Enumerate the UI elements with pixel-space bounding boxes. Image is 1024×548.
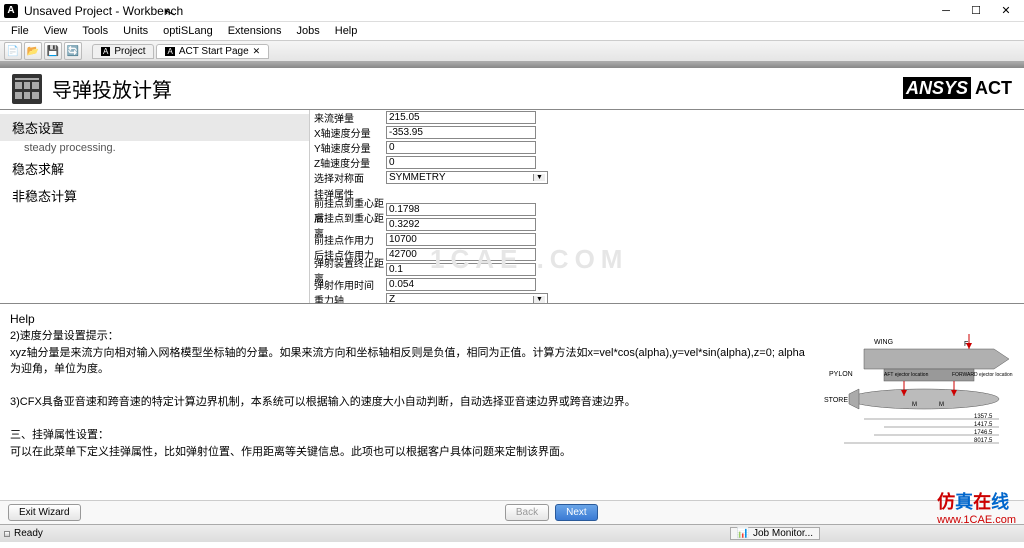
close-button[interactable]: ✕ (992, 2, 1020, 20)
svg-text:M: M (912, 402, 917, 408)
close-icon[interactable]: ✕ (253, 46, 261, 57)
yvel-input[interactable] (386, 141, 536, 154)
tab-project[interactable]: A Project (92, 44, 154, 59)
sidebar-item-transient[interactable]: 非稳态计算 (0, 182, 309, 209)
help-text: Help 2)速度分量设置提示： xyz轴分量是来流方向相对输入网格模型坐标轴的… (10, 310, 809, 494)
page-title: 导弹投放计算 (52, 74, 903, 103)
chevron-down-icon: ▼ (533, 174, 545, 181)
svg-text:1357.5: 1357.5 (974, 414, 993, 420)
form-panel: 来流弹量 X轴速度分量 Y轴速度分量 Z轴速度分量 选择对称面SYMMETRY▼… (310, 110, 1024, 303)
svg-text:1417.5: 1417.5 (974, 422, 993, 428)
aft-cg-dist-input[interactable] (386, 218, 536, 231)
field-label: Y轴速度分量 (310, 140, 386, 155)
help-title: Help (10, 310, 809, 328)
toolbar: 📄 📂 💾 🔄 A Project A ACT Start Page ✕ (0, 40, 1024, 62)
gravity-axis-select[interactable]: Z▼ (386, 293, 548, 303)
brand-logo: ANSYSACT (903, 78, 1012, 99)
tab-label: Project (114, 46, 145, 57)
menu-optislang[interactable]: optiSLang (156, 24, 220, 38)
field-label: 前挂点作用力 (310, 232, 386, 247)
calculator-icon (12, 74, 42, 104)
svg-text:STORE: STORE (824, 397, 848, 404)
back-button[interactable]: Back (505, 504, 549, 521)
menu-extensions[interactable]: Extensions (221, 24, 289, 38)
svg-text:WING: WING (874, 339, 893, 346)
xvel-input[interactable] (386, 126, 536, 139)
sidebar-item-sub: steady processing. (0, 141, 309, 155)
svg-text:1746.5: 1746.5 (974, 430, 993, 436)
tab-act-start[interactable]: A ACT Start Page ✕ (156, 44, 269, 59)
fwd-force-input[interactable] (386, 233, 536, 246)
save-button[interactable]: 💾 (44, 42, 62, 60)
menu-units[interactable]: Units (116, 24, 155, 38)
zvel-input[interactable] (386, 156, 536, 169)
menu-file[interactable]: File (4, 24, 36, 38)
symmetry-select[interactable]: SYMMETRY▼ (386, 171, 548, 184)
menu-tools[interactable]: Tools (75, 24, 115, 38)
menu-view[interactable]: View (37, 24, 75, 38)
menu-jobs[interactable]: Jobs (290, 24, 327, 38)
job-monitor-button[interactable]: 📊Job Monitor... (730, 527, 820, 540)
svg-text:AFT ejector location: AFT ejector location (884, 372, 929, 378)
svg-text:PYLON: PYLON (829, 371, 853, 378)
menubar: File View Tools Units optiSLang Extensio… (0, 22, 1024, 40)
menu-help[interactable]: Help (328, 24, 365, 38)
field-label: 来流弹量 (310, 110, 386, 125)
tab-label: ACT Start Page (179, 46, 249, 57)
watermark: 仿真在线 www.1CAE.com (937, 488, 1016, 526)
field-label: 弹射作用时间 (310, 277, 386, 292)
field-label: 选择对称面 (310, 170, 386, 185)
next-button[interactable]: Next (555, 504, 598, 521)
field-label: X轴速度分量 (310, 125, 386, 140)
aft-force-input[interactable] (386, 248, 536, 261)
sidebar-item-steady-solve[interactable]: 稳态求解 (0, 155, 309, 182)
svg-text:M: M (939, 402, 944, 408)
store-diagram: WING PYLON STORE AFT ejector location FO… (809, 310, 1014, 494)
eject-time-input[interactable] (386, 278, 536, 291)
tab-icon: A (101, 47, 110, 56)
window-title: Unsaved Project - Workbench (24, 4, 932, 18)
section-label: 挂弹属性 (310, 185, 1024, 202)
field-label: Z轴速度分量 (310, 155, 386, 170)
tab-icon: A (165, 47, 174, 56)
open-button[interactable]: 📂 (24, 42, 42, 60)
exit-wizard-button[interactable]: Exit Wizard (8, 504, 81, 521)
field-label: 重力轴 (310, 292, 386, 303)
chevron-down-icon: ▼ (533, 296, 545, 303)
freestream-input[interactable] (386, 111, 536, 124)
sidebar: 稳态设置 steady processing. 稳态求解 非稳态计算 (0, 110, 310, 303)
status-icon (4, 531, 10, 537)
svg-text:FORWARD ejector location: FORWARD ejector location (952, 372, 1013, 378)
minimize-button[interactable]: ─ (932, 2, 960, 20)
maximize-button[interactable]: ☐ (962, 2, 990, 20)
app-icon: A (4, 4, 18, 18)
eject-dist-input[interactable] (386, 263, 536, 276)
svg-text:8017.5: 8017.5 (974, 438, 993, 444)
sidebar-item-steady-setup[interactable]: 稳态设置 (0, 114, 309, 141)
fwd-cg-dist-input[interactable] (386, 203, 536, 216)
status-text: Ready (14, 528, 43, 539)
refresh-button[interactable]: 🔄 (64, 42, 82, 60)
new-button[interactable]: 📄 (4, 42, 22, 60)
